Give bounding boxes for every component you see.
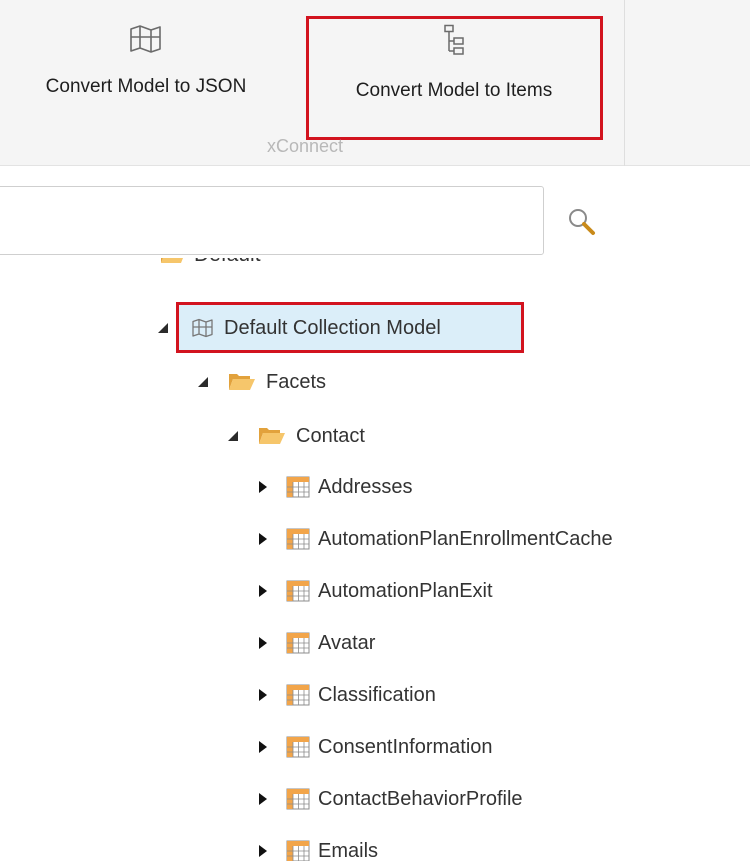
expanded-triangle-icon [198, 377, 208, 387]
tree-node-avatar[interactable]: Avatar [254, 623, 375, 663]
tree-node-label: ConsentInformation [318, 735, 493, 758]
collapsed-triangle-icon [259, 585, 267, 597]
table-icon [286, 788, 310, 810]
tree-node-classification[interactable]: Classification [254, 675, 436, 715]
tree-node-label: Classification [318, 683, 436, 706]
collapsed-triangle-icon [259, 481, 267, 493]
table-icon [286, 736, 310, 758]
convert-model-to-json-button[interactable]: Convert Model to JSON [0, 24, 292, 134]
expand-toggle[interactable] [154, 319, 172, 337]
open-folder-icon [228, 371, 256, 393]
collapsed-triangle-icon [259, 689, 267, 701]
collapsed-triangle-icon [259, 533, 267, 545]
tree-node-label: Contact [296, 424, 365, 447]
table-icon [286, 528, 310, 550]
tree-node-automationplanexit[interactable]: AutomationPlanExit [254, 571, 493, 611]
tree-node-label: ContactBehaviorProfile [318, 787, 523, 810]
ribbon-divider [624, 0, 625, 166]
collapsed-triangle-icon [259, 793, 267, 805]
search-icon[interactable] [564, 204, 600, 240]
expanded-triangle-icon [158, 323, 168, 333]
table-icon [286, 684, 310, 706]
tree-node-default-collection-model[interactable]: Default Collection Model [154, 308, 441, 348]
open-folder-icon [258, 425, 286, 447]
expand-toggle[interactable] [254, 634, 272, 652]
tree-node-label: Default [194, 258, 261, 267]
collapsed-triangle-icon [259, 845, 267, 857]
expand-toggle[interactable] [254, 738, 272, 756]
tree-node-label: Emails [318, 839, 379, 861]
table-icon [286, 476, 310, 498]
highlight-frame [306, 16, 603, 140]
map-icon [130, 25, 161, 53]
tree-node-label: Addresses [318, 475, 413, 498]
table-icon [286, 580, 310, 602]
content-tree: Default Default Collection Model Facets … [0, 258, 750, 861]
expand-toggle[interactable] [194, 373, 212, 391]
tree-node-facets[interactable]: Facets [194, 362, 326, 402]
tree-node-addresses[interactable]: Addresses [254, 467, 413, 507]
tree-node-default[interactable]: Default [160, 258, 261, 270]
table-icon [286, 840, 310, 861]
tree-node-label: AutomationPlanEnrollmentCache [318, 527, 613, 550]
ribbon-toolbar: Convert Model to JSON Convert Model to I… [0, 0, 750, 166]
expand-toggle[interactable] [254, 530, 272, 548]
collapsed-triangle-icon [259, 637, 267, 649]
table-icon [286, 632, 310, 654]
map-icon [192, 318, 214, 338]
collapsed-triangle-icon [259, 741, 267, 753]
expand-toggle[interactable] [254, 790, 272, 808]
tree-node-contactbehaviorprofile[interactable]: ContactBehaviorProfile [254, 779, 523, 819]
tree-node-consentinformation[interactable]: ConsentInformation [254, 727, 493, 767]
expand-toggle[interactable] [254, 582, 272, 600]
tree-node-label: AutomationPlanExit [318, 579, 493, 602]
expand-toggle[interactable] [254, 686, 272, 704]
search-input[interactable] [0, 186, 544, 255]
tree-node-label: Default Collection Model [224, 316, 441, 339]
ribbon-group-label: xConnect [266, 136, 344, 156]
expand-toggle[interactable] [224, 427, 242, 445]
open-folder-icon [161, 258, 183, 263]
expanded-triangle-icon [228, 431, 238, 441]
tree-node-emails[interactable]: Emails [254, 831, 378, 861]
tree-node-label: Facets [266, 370, 327, 393]
tree-node-contact[interactable]: Contact [224, 416, 365, 456]
expand-toggle[interactable] [254, 478, 272, 496]
tree-node-label: Avatar [318, 631, 376, 654]
convert-model-to-json-label: Convert Model to JSON [45, 76, 247, 97]
expand-toggle[interactable] [254, 842, 272, 860]
tree-node-automationplanenrollmentcache[interactable]: AutomationPlanEnrollmentCache [254, 519, 613, 559]
